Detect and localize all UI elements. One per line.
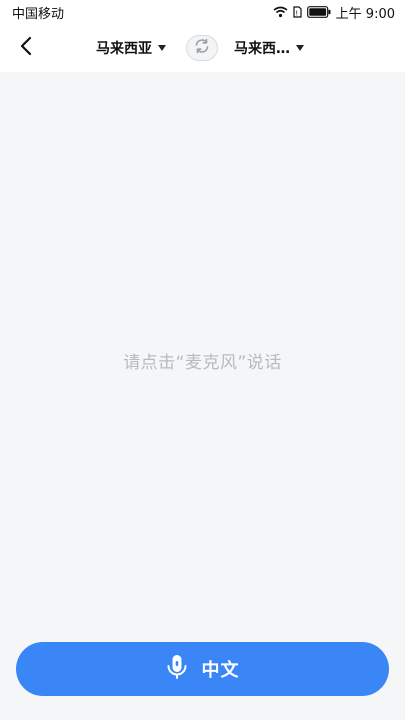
source-language-select[interactable]: 马来西亚 — [96, 36, 166, 60]
nav-bar: 马来西亚 马来西… — [0, 24, 405, 72]
swap-languages-button[interactable] — [186, 35, 218, 61]
caret-down-icon — [296, 45, 304, 51]
microphone-button-label: 中文 — [201, 660, 240, 681]
voice-translation-screen: 中国移动 ! 上午 9:00 马来西亚 马来西… 请点击“麦克风”说话 中文 — [0, 0, 405, 720]
sim-icon: ! — [293, 6, 302, 18]
back-button[interactable] — [12, 34, 40, 62]
source-language-label: 马来西亚 — [96, 41, 152, 57]
caret-down-icon — [158, 45, 166, 51]
status-icons: ! 上午 9:00 — [273, 3, 395, 22]
microphone-button[interactable]: 中文 — [16, 642, 389, 696]
target-language-select[interactable]: 马来西… — [234, 36, 304, 60]
carrier-name: 中国移动 — [12, 6, 65, 22]
chevron-left-icon — [19, 36, 33, 60]
status-bar: 中国移动 ! 上午 9:00 — [0, 0, 405, 24]
transcript-area: 请点击“麦克风”说话 — [0, 72, 405, 632]
swap-icon — [193, 37, 211, 59]
battery-icon — [306, 6, 331, 18]
svg-text:!: ! — [295, 10, 298, 18]
target-language-label: 马来西… — [234, 41, 290, 57]
speak-hint: 请点击“麦克风”说话 — [123, 353, 282, 373]
microphone-icon — [166, 654, 188, 684]
wifi-icon — [273, 6, 288, 18]
clock: 上午 9:00 — [335, 6, 395, 22]
